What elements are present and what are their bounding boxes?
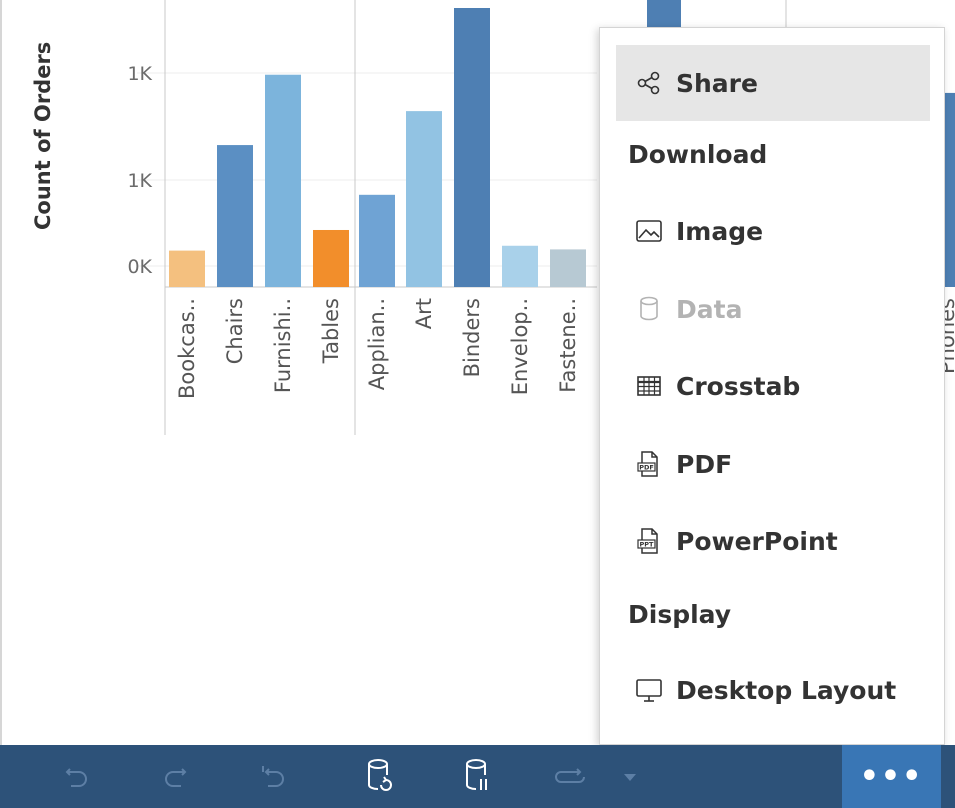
display-header: Display xyxy=(628,600,732,629)
replay-dropdown-button[interactable] xyxy=(615,745,645,808)
refresh-data-button[interactable] xyxy=(355,745,405,808)
revert-icon xyxy=(262,765,284,787)
pdf-label: PDF xyxy=(676,449,733,479)
category-label: Bookcas.. xyxy=(175,298,199,399)
category-label: Envelop.. xyxy=(508,298,532,395)
data-label: Data xyxy=(676,294,743,324)
share-label: Share xyxy=(676,68,758,98)
bar[interactable] xyxy=(265,74,301,287)
y-tick-label: 1K xyxy=(127,170,152,192)
category-label: Chairs xyxy=(223,298,247,364)
category-label: Furnishi.. xyxy=(271,298,295,393)
desktop-layout-label: Desktop Layout xyxy=(676,675,897,705)
replay-button[interactable] xyxy=(545,745,595,808)
y-axis-title: Count of Orders xyxy=(31,42,55,230)
pause-updates-button[interactable] xyxy=(453,745,503,808)
pause-updates-icon xyxy=(466,758,487,790)
download-header: Download xyxy=(628,140,768,169)
y-tick-label: 1K xyxy=(127,63,152,85)
bar[interactable] xyxy=(454,8,490,287)
image-label: Image xyxy=(676,216,764,246)
refresh-data-icon xyxy=(368,758,392,791)
category-label: Binders xyxy=(460,298,484,377)
pdf-file-icon: PDF xyxy=(634,449,664,479)
image-menu-item[interactable]: Image xyxy=(616,201,930,261)
powerpoint-file-icon: PPT xyxy=(634,526,664,556)
bar[interactable] xyxy=(169,250,205,287)
redo-button[interactable] xyxy=(150,745,200,808)
powerpoint-menu-item[interactable]: PPT PowerPoint xyxy=(616,511,930,571)
undo-icon xyxy=(65,767,87,787)
bar[interactable] xyxy=(217,145,253,287)
bottom-toolbar: ••• xyxy=(0,745,955,808)
ppt-badge-text: PPT xyxy=(640,541,655,549)
more-dots-icon: ••• xyxy=(859,759,924,794)
data-cylinder-icon xyxy=(634,294,664,324)
category-label: Art xyxy=(412,298,436,329)
category-label: Fastene.. xyxy=(556,298,580,393)
share-menu-item[interactable]: Share xyxy=(616,45,930,121)
crosstab-label: Crosstab xyxy=(676,371,801,401)
more-options-button[interactable]: ••• xyxy=(842,745,941,808)
category-label: Applian.. xyxy=(365,298,389,390)
powerpoint-label: PowerPoint xyxy=(676,526,838,556)
desktop-layout-menu-item[interactable]: Desktop Layout xyxy=(616,660,930,720)
dropdown-arrow-icon xyxy=(624,773,636,781)
undo-button[interactable] xyxy=(52,745,102,808)
crosstab-icon xyxy=(634,371,664,401)
y-tick-label: 0K xyxy=(127,256,152,278)
category-label: Tables xyxy=(319,298,343,364)
pdf-menu-item[interactable]: PDF PDF xyxy=(616,434,930,494)
replay-icon xyxy=(555,767,585,783)
bar[interactable] xyxy=(359,194,395,287)
crosstab-menu-item[interactable]: Crosstab xyxy=(616,356,930,416)
share-icon xyxy=(634,68,664,98)
redo-icon xyxy=(165,767,187,787)
toolbar-edge xyxy=(941,745,955,808)
monitor-icon xyxy=(634,675,664,705)
bar[interactable] xyxy=(502,245,538,287)
pdf-badge-text: PDF xyxy=(639,464,654,472)
more-options-menu: Share Download Image Data Crosstab PDF P… xyxy=(599,27,945,745)
viz-area: 1K 1K 0K Bookcas.. Chairs Furnishi.. Tables App… xyxy=(0,0,955,745)
bar[interactable] xyxy=(406,111,442,287)
data-menu-item: Data xyxy=(616,279,930,339)
image-icon xyxy=(634,216,664,246)
revert-button[interactable] xyxy=(248,745,298,808)
bar[interactable] xyxy=(313,229,349,287)
bar-partial xyxy=(647,0,681,28)
bar[interactable] xyxy=(550,249,586,287)
